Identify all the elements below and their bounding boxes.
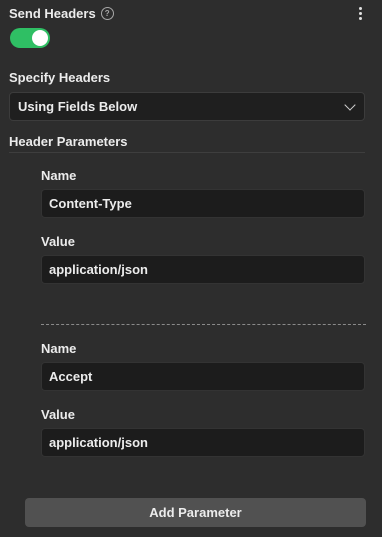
send-headers-panel: Send Headers ? Specify Headers Using Fie… — [0, 0, 382, 537]
specify-headers-label: Specify Headers — [9, 70, 111, 85]
value-label: Value — [41, 407, 75, 422]
header-name-input[interactable]: Accept — [41, 362, 365, 391]
header-value-input[interactable]: application/json — [41, 255, 365, 284]
toggle-knob — [32, 30, 48, 46]
header-parameters-label: Header Parameters — [9, 134, 128, 149]
name-label: Name — [41, 168, 77, 183]
specify-headers-selected-value: Using Fields Below — [18, 99, 138, 114]
header-name-input[interactable]: Content-Type — [41, 189, 365, 218]
kebab-menu-icon[interactable] — [358, 7, 362, 20]
specify-headers-select[interactable]: Using Fields Below — [9, 92, 365, 121]
section-divider — [9, 152, 365, 153]
parameter-separator — [41, 324, 366, 325]
send-headers-toggle[interactable] — [10, 28, 50, 48]
add-parameter-button[interactable]: Add Parameter — [25, 498, 366, 527]
name-label: Name — [41, 341, 77, 356]
send-headers-header: Send Headers ? — [9, 6, 114, 21]
value-label: Value — [41, 234, 75, 249]
send-headers-label: Send Headers — [9, 6, 96, 21]
help-circle-icon[interactable]: ? — [100, 7, 114, 20]
header-value-input[interactable]: application/json — [41, 428, 365, 457]
chevron-down-icon — [344, 99, 356, 111]
